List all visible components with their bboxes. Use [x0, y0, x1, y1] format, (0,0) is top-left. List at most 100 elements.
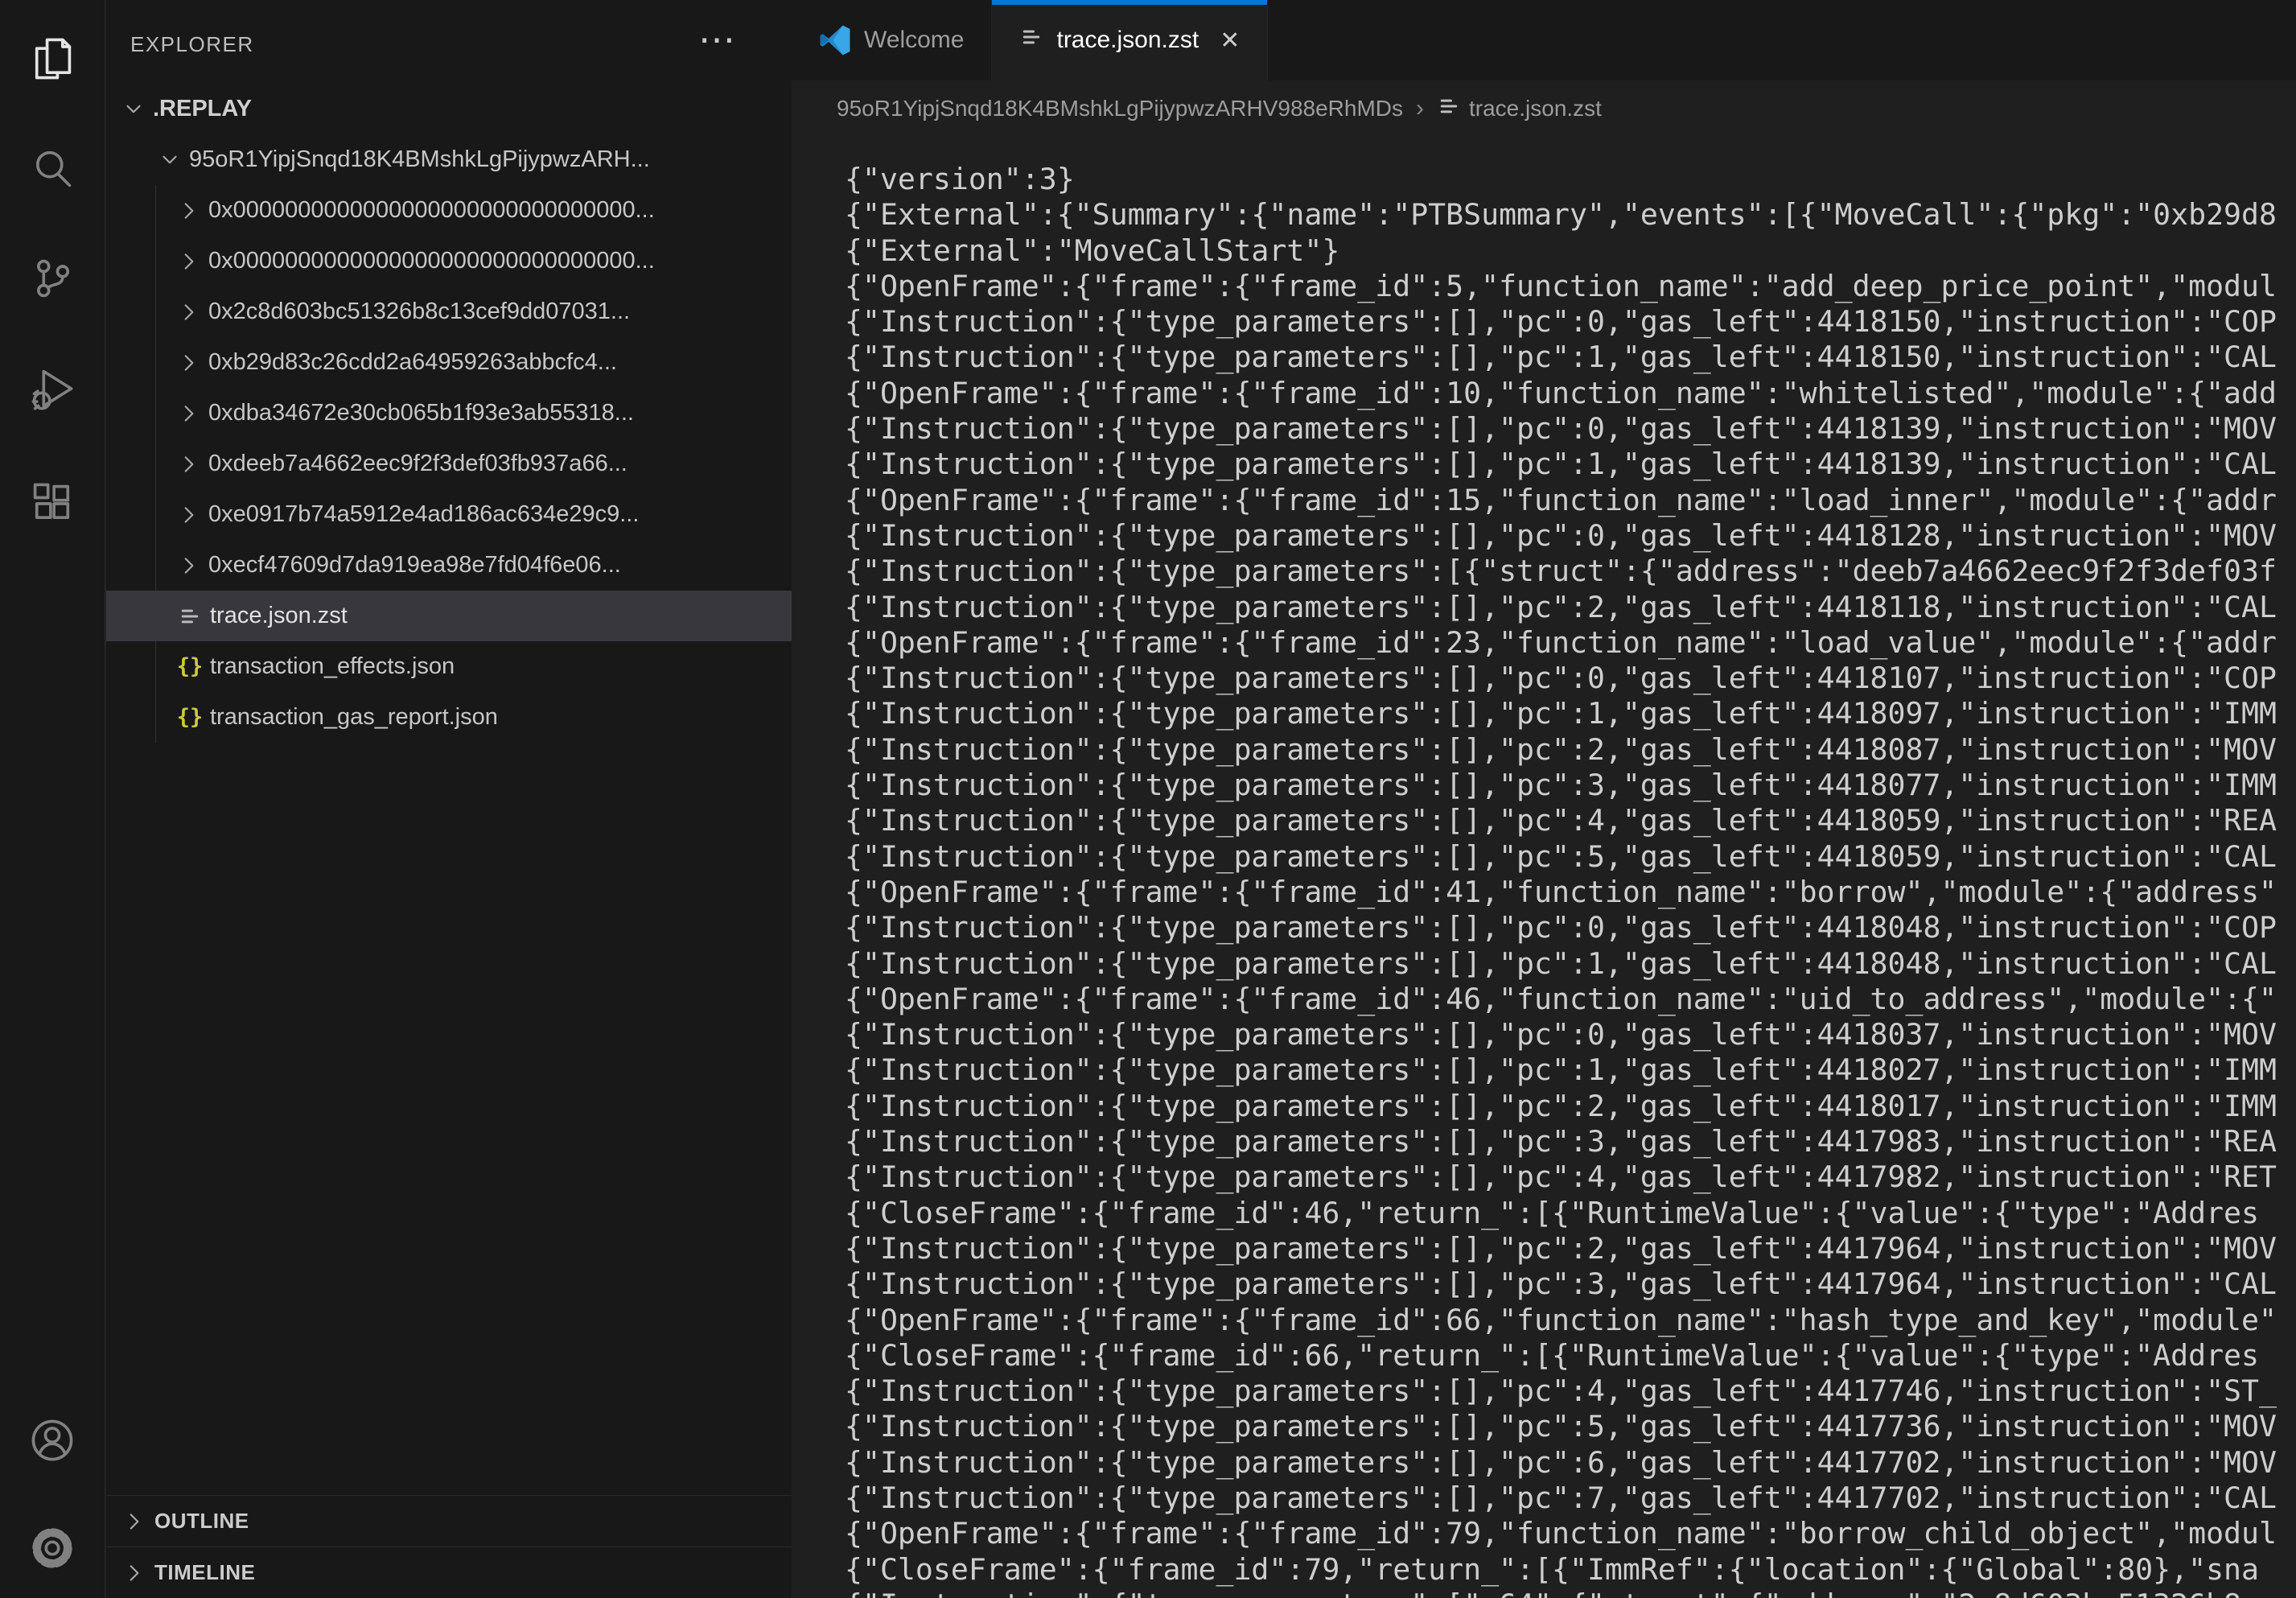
search-icon[interactable] [28, 145, 76, 193]
tree-item-label: 0x0000000000000000000000000000000... [208, 197, 655, 224]
section-label: OUTLINE [154, 1509, 249, 1534]
sidebar-sections: OUTLINE TIMELINE [106, 1495, 792, 1598]
code-line: {"OpenFrame":{"frame":{"frame_id":46,"fu… [845, 982, 2296, 1017]
code-line: {"Instruction":{"type_parameters":[],"pc… [845, 411, 2296, 447]
tree-item-0x00000000000000000000000000[interactable]: 0x0000000000000000000000000000000... [106, 185, 792, 236]
breadcrumb-folder[interactable]: 95oR1YipjSnqd18K4BMshkLgPijypwzARHV988eR… [837, 96, 1403, 121]
editor-content[interactable]: {"version":3}{"External":{"Summary":{"na… [792, 137, 2296, 1598]
tree-item-0xdba34672e30cb065b1f93e3ab5[interactable]: 0xdba34672e30cb065b1f93e3ab55318... [106, 388, 792, 439]
code-line: {"OpenFrame":{"frame":{"frame_id":41,"fu… [845, 875, 2296, 910]
tree-item-0xdeeb7a4662eec9f2f3def03fb9[interactable]: 0xdeeb7a4662eec9f2f3def03fb937a66... [106, 439, 792, 489]
editor-area: Welcome trace.json.zst ✕ 95oR1YipjSnqd18… [792, 0, 2296, 1598]
tree-item-95or1yipjsnqd18k4bmshklgpijy[interactable]: 95oR1YipjSnqd18K4BMshkLgPijypwzARH... [106, 134, 792, 185]
settings-gear-icon[interactable] [28, 1524, 76, 1572]
code-line: {"Instruction":{"type_parameters":[],"pc… [845, 1481, 2296, 1516]
code-line: {"Instruction":{"type_parameters":[],"pc… [845, 590, 2296, 625]
code-line: {"Instruction":{"type_parameters":[],"pc… [845, 1089, 2296, 1124]
tree-item-label: 0x0000000000000000000000000000000... [208, 248, 655, 274]
tree-item-0xb29d83c26cdd2a64959263abbc[interactable]: 0xb29d83c26cdd2a64959263abbcfc4... [106, 337, 792, 388]
code-line: {"Instruction":{"type_parameters":[],"pc… [845, 910, 2296, 945]
tree-item-trace-json-zst[interactable]: trace.json.zst [106, 591, 792, 641]
tree-item-0xecf47609d7da919ea98e7fd04f[interactable]: 0xecf47609d7da919ea98e7fd04f6e06... [106, 540, 792, 591]
chevron-right-icon [177, 503, 201, 527]
chevron-down-icon [158, 148, 182, 172]
more-actions-icon[interactable]: ⋯ [698, 18, 735, 61]
chevron-right-icon [177, 300, 201, 324]
json-file-icon: {} [177, 705, 203, 731]
tab-trace-json-zst[interactable]: trace.json.zst ✕ [992, 0, 1268, 80]
chevron-right-icon [122, 1561, 146, 1585]
code-line: {"Instruction":{"type_parameters":[],"pc… [845, 1124, 2296, 1159]
code-line: {"OpenFrame":{"frame":{"frame_id":5,"fun… [845, 269, 2296, 304]
breadcrumb-separator: › [1416, 95, 1424, 122]
breadcrumb-file-label: trace.json.zst [1469, 96, 1602, 121]
tree-item-label: 0x2c8d603bc51326b8c13cef9dd07031... [208, 299, 630, 325]
extensions-icon[interactable] [28, 480, 76, 528]
code-line: {"OpenFrame":{"frame":{"frame_id":15,"fu… [845, 483, 2296, 518]
close-tab-icon[interactable]: ✕ [1220, 27, 1240, 55]
code-line: {"Instruction":{"type_parameters":[],"pc… [845, 340, 2296, 375]
tree-item-label: 0xdeeb7a4662eec9f2f3def03fb937a66... [208, 451, 627, 477]
tab-label: trace.json.zst [1056, 27, 1199, 54]
explorer-header: EXPLORER ⋯ [106, 0, 792, 84]
vscode-logo-icon [819, 24, 851, 56]
code-line: {"Instruction":{"type_parameters":[],"pc… [845, 696, 2296, 731]
code-line: {"Instruction":{"type_parameters":[],"pc… [845, 1445, 2296, 1481]
chevron-right-icon [177, 199, 201, 223]
account-icon[interactable] [28, 1416, 76, 1464]
code-line: {"Instruction":{"type_parameters":[],"pc… [845, 1409, 2296, 1444]
section-outline[interactable]: OUTLINE [106, 1495, 792, 1547]
code-line: {"OpenFrame":{"frame":{"frame_id":10,"fu… [845, 376, 2296, 411]
tree-item-label: transaction_gas_report.json [210, 704, 498, 731]
code-line: {"Instruction":{"type_parameters":[],"pc… [845, 1159, 2296, 1195]
code-line: {"OpenFrame":{"frame":{"frame_id":23,"fu… [845, 625, 2296, 661]
file-tree: .REPLAY 95oR1YipjSnqd18K4BMshkLgPijypwzAR… [106, 84, 792, 743]
breadcrumb: 95oR1YipjSnqd18K4BMshkLgPijypwzARHV988eR… [792, 80, 2296, 137]
tree-item-label: transaction_effects.json [210, 653, 455, 680]
code-line: {"Instruction":{"type_parameters":["u64"… [845, 1588, 2296, 1598]
code-line: {"External":{"Summary":{"name":"PTBSumma… [845, 197, 2296, 233]
breadcrumb-file[interactable]: trace.json.zst [1437, 94, 1602, 124]
code-line: {"CloseFrame":{"frame_id":79,"return_":[… [845, 1552, 2296, 1588]
chevron-right-icon [177, 554, 201, 578]
code-line: {"CloseFrame":{"frame_id":66,"return_":[… [845, 1338, 2296, 1374]
tree-item-0xe0917b74a5912e4ad186ac634e[interactable]: 0xe0917b74a5912e4ad186ac634e29c9... [106, 489, 792, 540]
tree-item-label: 0xe0917b74a5912e4ad186ac634e29c9... [208, 501, 639, 528]
tab-welcome[interactable]: Welcome [792, 0, 992, 80]
chevron-down-icon [121, 97, 146, 121]
chevron-right-icon [122, 1509, 146, 1534]
code-line: {"External":"MoveCallStart"} [845, 233, 2296, 269]
run-debug-icon[interactable] [28, 364, 76, 413]
code-line: {"Instruction":{"type_parameters":[],"pc… [845, 839, 2296, 875]
file-lines-icon [177, 603, 203, 629]
tree-item--replay[interactable]: .REPLAY [106, 84, 792, 134]
tree-item-transaction-effects-json[interactable]: {} transaction_effects.json [106, 641, 792, 692]
code-line: {"Instruction":{"type_parameters":[],"pc… [845, 1052, 2296, 1088]
section-timeline[interactable]: TIMELINE [106, 1547, 792, 1598]
tree-item-label: trace.json.zst [210, 603, 348, 629]
code-line: {"CloseFrame":{"frame_id":46,"return_":[… [845, 1196, 2296, 1231]
tab-label: Welcome [864, 27, 964, 54]
chevron-right-icon [177, 249, 201, 274]
code-line: {"Instruction":{"type_parameters":[],"pc… [845, 1266, 2296, 1302]
code-line: {"Instruction":{"type_parameters":[],"pc… [845, 518, 2296, 554]
code-line: {"Instruction":{"type_parameters":[],"pc… [845, 1017, 2296, 1052]
tree-item-label: 95oR1YipjSnqd18K4BMshkLgPijypwzARH... [189, 146, 650, 173]
code-line: {"Instruction":{"type_parameters":[{"str… [845, 554, 2296, 589]
explorer-icon[interactable] [28, 35, 76, 83]
tab-bar: Welcome trace.json.zst ✕ [792, 0, 2296, 80]
json-file-icon: {} [177, 654, 203, 680]
code-line: {"Instruction":{"type_parameters":[],"pc… [845, 732, 2296, 768]
code-line: {"version":3} [845, 162, 2296, 197]
code-line: {"Instruction":{"type_parameters":[],"pc… [845, 946, 2296, 982]
tree-item-label: 0xdba34672e30cb065b1f93e3ab55318... [208, 400, 634, 426]
chevron-right-icon [177, 351, 201, 375]
code-line: {"OpenFrame":{"frame":{"frame_id":79,"fu… [845, 1516, 2296, 1551]
tree-item-0x00000000000000000000000000[interactable]: 0x0000000000000000000000000000000... [106, 236, 792, 286]
tree-item-0x2c8d603bc51326b8c13cef9dd0[interactable]: 0x2c8d603bc51326b8c13cef9dd07031... [106, 286, 792, 337]
section-label: TIMELINE [154, 1560, 255, 1585]
source-control-icon[interactable] [28, 254, 76, 303]
tree-item-label: .REPLAY [153, 96, 252, 122]
tree-item-transaction-gas-report-json[interactable]: {} transaction_gas_report.json [106, 692, 792, 743]
chevron-right-icon [177, 402, 201, 426]
